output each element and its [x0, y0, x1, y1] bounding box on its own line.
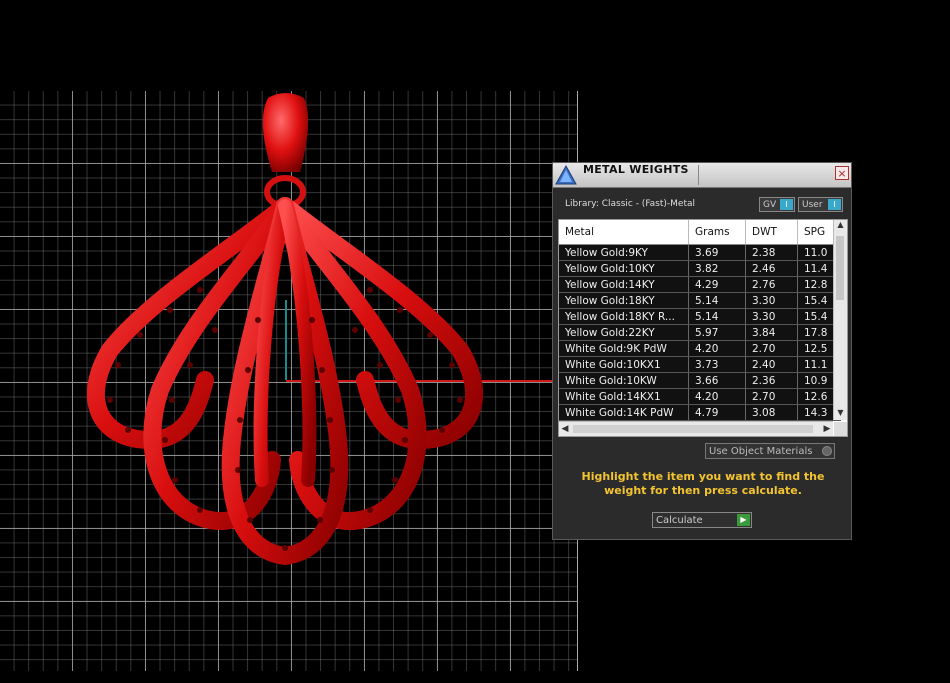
table-row[interactable]: Yellow Gold:22KY 5.97 3.84 17.8: [559, 324, 841, 341]
metal-weights-table[interactable]: Metal Grams DWT SPG Yellow Gold:9KY 3.69 2…: [558, 219, 848, 437]
close-icon[interactable]: ×: [835, 166, 849, 180]
scrollbar-corner: [834, 422, 847, 436]
grams-cell: 5.14: [688, 308, 746, 325]
title-separator: [698, 165, 699, 185]
dwt-cell: 3.30: [745, 292, 798, 309]
use-object-materials-label: Use Object Materials: [709, 446, 813, 457]
metal-cell: White Gold:14KX1: [559, 388, 689, 405]
metal-cell: White Gold:10KX1: [559, 356, 689, 373]
metal-cell: Yellow Gold:18KY R...: [559, 308, 689, 325]
scroll-down-icon[interactable]: ▼: [834, 408, 847, 420]
metal-cell: Yellow Gold:9KY: [559, 244, 689, 261]
table-row[interactable]: Yellow Gold:18KY R... 5.14 3.30 15.4: [559, 308, 841, 325]
metal-cell: White Gold:14K PdW: [559, 404, 689, 421]
metal-cell: Yellow Gold:18KY: [559, 292, 689, 309]
grams-cell: 3.73: [688, 356, 746, 373]
table-row[interactable]: Yellow Gold:14KY 4.29 2.76 12.8: [559, 276, 841, 293]
dwt-cell: 3.30: [745, 308, 798, 325]
gv-toggle-knob: I: [780, 199, 793, 210]
grams-cell: 5.14: [688, 292, 746, 309]
grams-cell: 3.66: [688, 372, 746, 389]
instruction-text: Highlight the item you want to find the …: [581, 470, 825, 497]
horizontal-scrollbar[interactable]: ◀ ▶: [559, 421, 833, 436]
dwt-cell: 3.84: [745, 324, 798, 341]
gv-toggle[interactable]: GV I: [759, 197, 795, 212]
vertical-scrollbar[interactable]: ▲ ▼: [833, 220, 847, 420]
user-toggle-knob: I: [828, 199, 841, 210]
table-row[interactable]: Yellow Gold:10KY 3.82 2.46 11.4: [559, 260, 841, 277]
panel-title: METAL WEIGHTS: [583, 163, 689, 176]
pendant-petals: [86, 197, 484, 566]
grams-cell: 3.69: [688, 244, 746, 261]
pendant-model[interactable]: [0, 0, 577, 683]
metal-cell: Yellow Gold:22KY: [559, 324, 689, 341]
table-row[interactable]: White Gold:14K PdW 4.79 3.08 14.3: [559, 404, 841, 421]
metal-cell: Yellow Gold:14KY: [559, 276, 689, 293]
table-row[interactable]: White Gold:10KX1 3.73 2.40 11.1: [559, 356, 841, 373]
grams-cell: 4.20: [688, 340, 746, 357]
grams-cell: 4.79: [688, 404, 746, 421]
table-header-row: Metal Grams DWT SPG: [559, 220, 841, 245]
gv-toggle-label: GV: [763, 200, 777, 210]
vertical-scroll-thumb[interactable]: [836, 236, 844, 300]
dwt-cell: 3.08: [745, 404, 798, 421]
dwt-cell: 2.76: [745, 276, 798, 293]
table-row[interactable]: White Gold:14KX1 4.20 2.70 12.6: [559, 388, 841, 405]
calculate-button[interactable]: Calculate ▶: [652, 512, 752, 528]
metal-weights-panel: METAL WEIGHTS × Library: Classic - (Fast…: [552, 162, 852, 540]
dwt-cell: 2.36: [745, 372, 798, 389]
dwt-cell: 2.70: [745, 340, 798, 357]
pendant-bail: [262, 93, 309, 172]
user-toggle[interactable]: User I: [798, 197, 843, 212]
horizontal-scroll-thumb[interactable]: [573, 425, 813, 433]
table-row[interactable]: Yellow Gold:9KY 3.69 2.38 11.0: [559, 244, 841, 261]
use-object-materials-toggle[interactable]: Use Object Materials: [705, 443, 835, 459]
dwt-cell: 2.40: [745, 356, 798, 373]
table-row[interactable]: White Gold:9K PdW 4.20 2.70 12.5: [559, 340, 841, 357]
dwt-cell: 2.46: [745, 260, 798, 277]
grams-cell: 5.97: [688, 324, 746, 341]
scroll-up-icon[interactable]: ▲: [834, 220, 847, 232]
calculate-label: Calculate: [656, 515, 703, 526]
dwt-cell: 2.70: [745, 388, 798, 405]
user-toggle-label: User: [802, 200, 823, 210]
grams-cell: 4.20: [688, 388, 746, 405]
metal-cell: White Gold:10KW: [559, 372, 689, 389]
table-row[interactable]: White Gold:10KW 3.66 2.36 10.9: [559, 372, 841, 389]
column-header-grams[interactable]: Grams: [688, 220, 746, 245]
app-logo-icon: [555, 164, 577, 185]
metal-cell: Yellow Gold:10KY: [559, 260, 689, 277]
library-label: Library: Classic - (Fast)-Metal: [565, 199, 696, 209]
column-header-metal[interactable]: Metal: [559, 220, 689, 245]
grams-cell: 4.29: [688, 276, 746, 293]
scroll-left-icon[interactable]: ◀: [559, 422, 571, 436]
metal-cell: White Gold:9K PdW: [559, 340, 689, 357]
table-row[interactable]: Yellow Gold:18KY 5.14 3.30 15.4: [559, 292, 841, 309]
radio-icon[interactable]: [822, 446, 832, 456]
play-icon[interactable]: ▶: [737, 514, 750, 526]
column-header-dwt[interactable]: DWT: [745, 220, 798, 245]
grams-cell: 3.82: [688, 260, 746, 277]
dwt-cell: 2.38: [745, 244, 798, 261]
panel-titlebar[interactable]: METAL WEIGHTS ×: [553, 163, 851, 188]
scroll-right-icon[interactable]: ▶: [821, 422, 833, 436]
